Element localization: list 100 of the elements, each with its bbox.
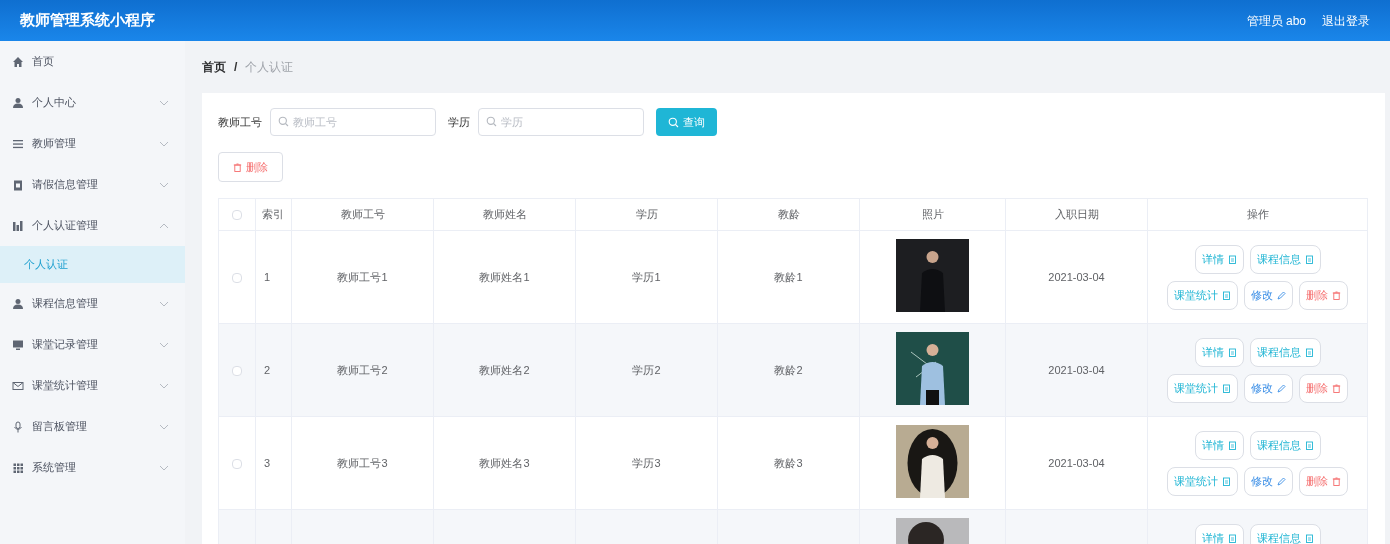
- action-button[interactable]: 详情: [1194, 338, 1244, 367]
- table-cell: 1: [264, 270, 271, 283]
- search-icon: [486, 116, 497, 127]
- action-button[interactable]: 删除: [1299, 374, 1348, 403]
- document-icon: [1222, 477, 1231, 486]
- sidebar-item[interactable]: 首页: [0, 41, 185, 82]
- table-cell: 教师工号2: [337, 363, 388, 376]
- table-cell: 2021-03-04: [1048, 363, 1105, 376]
- column-header: 照片: [859, 198, 1006, 231]
- document-icon: [1227, 255, 1237, 264]
- breadcrumb-link[interactable]: 首页: [202, 58, 226, 76]
- breadcrumb-separator: /: [234, 59, 238, 76]
- chevron-down-icon: [159, 341, 169, 348]
- action-button[interactable]: 课堂统计: [1167, 467, 1238, 496]
- table-cell: 3: [264, 456, 271, 469]
- sidebar-subitem[interactable]: 个人认证: [0, 246, 185, 283]
- column-header: 操作: [1147, 198, 1368, 231]
- trash-icon: [1332, 477, 1341, 486]
- query-button[interactable]: 查询: [656, 108, 717, 136]
- sidebar-item[interactable]: 个人中心: [0, 82, 185, 123]
- table-cell: 2: [264, 363, 271, 376]
- table-cell: 学历3: [632, 456, 661, 469]
- chevron-down-icon: [159, 300, 169, 307]
- action-button[interactable]: 详情: [1194, 524, 1244, 544]
- microphone-icon: [12, 420, 24, 433]
- chevron-down-icon: [159, 464, 169, 471]
- document-icon: [1304, 255, 1314, 264]
- search-icon: [668, 116, 679, 128]
- column-header: 索引: [255, 198, 292, 231]
- sidebar-item[interactable]: 个人认证管理: [0, 205, 185, 246]
- trash-icon: [233, 162, 242, 172]
- chevron-down-icon: [159, 181, 169, 188]
- action-button[interactable]: 课堂统计: [1167, 281, 1238, 310]
- action-button[interactable]: 课程信息: [1249, 338, 1321, 367]
- table-cell: 教师姓名1: [479, 270, 530, 283]
- document-icon: [1304, 348, 1314, 357]
- select-all-checkbox[interactable]: [232, 210, 242, 221]
- field-label: 学历: [448, 114, 470, 130]
- breadcrumb-current: 个人认证: [245, 59, 294, 76]
- document-icon: [1227, 348, 1237, 357]
- table-cell: 学历1: [632, 270, 661, 283]
- document-icon: [1227, 441, 1237, 450]
- list-icon: [12, 137, 24, 150]
- action-button[interactable]: 详情: [1194, 245, 1244, 274]
- sidebar-item[interactable]: 课程信息管理: [0, 283, 185, 324]
- action-button[interactable]: 删除: [1299, 281, 1348, 310]
- action-button[interactable]: 修改: [1244, 281, 1293, 310]
- column-header: 教师姓名: [433, 198, 576, 231]
- row-checkbox[interactable]: [232, 272, 242, 283]
- action-button[interactable]: 详情: [1194, 431, 1244, 460]
- table-cell: 教龄2: [774, 363, 803, 376]
- chevron-down-icon: [159, 99, 169, 106]
- action-button[interactable]: 修改: [1244, 467, 1293, 496]
- search-field[interactable]: 学历: [478, 108, 644, 136]
- table-cell: 2021-03-04: [1048, 270, 1105, 283]
- table-cell: 教师工号1: [337, 270, 388, 283]
- table-cell: 教师姓名2: [479, 363, 530, 376]
- table-cell: 教师姓名3: [479, 456, 530, 469]
- user-name: 管理员 abo: [1246, 12, 1306, 30]
- user-icon: [12, 297, 24, 310]
- clipboard-icon: [12, 178, 24, 191]
- bar-chart-icon: [12, 219, 24, 232]
- action-button[interactable]: 删除: [1299, 467, 1348, 496]
- sidebar-item[interactable]: 请假信息管理: [0, 164, 185, 205]
- column-header: 教师工号: [291, 198, 434, 231]
- chevron-down-icon: [159, 382, 169, 389]
- app-title: 教师管理系统小程序: [20, 10, 155, 31]
- action-button[interactable]: 课程信息: [1249, 431, 1321, 460]
- document-icon: [1222, 291, 1231, 300]
- chevron-down-icon: [159, 423, 169, 430]
- table-cell: 教龄3: [774, 456, 803, 469]
- document-icon: [1222, 384, 1231, 393]
- sidebar-item[interactable]: 教师管理: [0, 123, 185, 164]
- column-header: 入职日期: [1005, 198, 1148, 231]
- monitor-icon: [12, 338, 24, 351]
- sidebar-item[interactable]: 课堂统计管理: [0, 365, 185, 406]
- sidebar-item[interactable]: 系统管理: [0, 447, 185, 488]
- row-checkbox[interactable]: [232, 458, 242, 469]
- chevron-down-icon: [159, 140, 169, 147]
- user-icon: [12, 96, 24, 109]
- sidebar-item[interactable]: 课堂记录管理: [0, 324, 185, 365]
- action-button[interactable]: 课程信息: [1249, 245, 1321, 274]
- column-header: 学历: [575, 198, 718, 231]
- table-cell: 教师工号3: [337, 456, 388, 469]
- pencil-icon: [1277, 477, 1286, 486]
- document-icon: [1304, 441, 1314, 450]
- search-icon: [278, 116, 289, 127]
- row-checkbox[interactable]: [232, 365, 242, 376]
- mail-icon: [12, 379, 24, 392]
- document-icon: [1227, 534, 1237, 543]
- action-button[interactable]: 课堂统计: [1167, 374, 1238, 403]
- delete-button[interactable]: 删除: [218, 152, 283, 182]
- sidebar-item[interactable]: 留言板管理: [0, 406, 185, 447]
- action-button[interactable]: 修改: [1244, 374, 1293, 403]
- pencil-icon: [1277, 384, 1286, 393]
- table-cell: 2021-03-04: [1048, 456, 1105, 469]
- trash-icon: [1332, 291, 1341, 300]
- logout-link[interactable]: 退出登录: [1322, 11, 1370, 30]
- pencil-icon: [1277, 291, 1286, 300]
- action-button[interactable]: 课程信息: [1249, 524, 1321, 544]
